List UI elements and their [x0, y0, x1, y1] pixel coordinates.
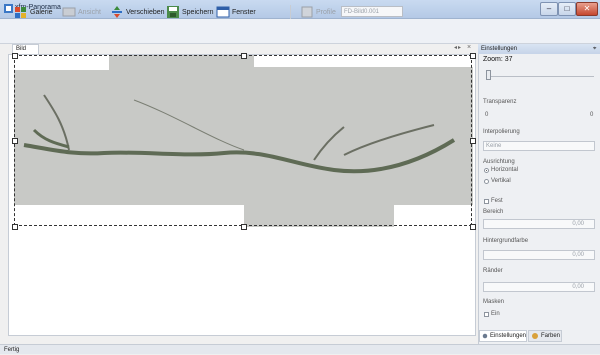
selection-handle[interactable] [241, 224, 247, 230]
background-field[interactable]: 0,00 [483, 250, 595, 260]
move-button[interactable]: Verschieben [110, 4, 165, 20]
mask-checkbox-label: Ein [491, 311, 500, 317]
tab-scroll-arrows[interactable]: ◂▸ [454, 44, 462, 51]
transparency-max: 0 [590, 112, 594, 118]
app-icon [4, 4, 13, 13]
save-button[interactable]: Speichern [166, 4, 214, 20]
selection-handle[interactable] [241, 53, 247, 59]
selection-handle[interactable] [12, 138, 18, 144]
background-label: Hintergrundfarbe [483, 238, 529, 244]
area-field[interactable]: 0,00 [483, 219, 595, 229]
zoom-slider-thumb[interactable] [486, 70, 491, 80]
profile-select[interactable]: FD-Bild0.001 [341, 6, 403, 17]
toolbar-separator [290, 5, 291, 19]
mask-label: Masken [483, 299, 505, 305]
zoom-label: Zoom: 37 [483, 56, 513, 63]
view-label: Ansicht [78, 8, 101, 16]
save-label: Speichern [182, 8, 214, 16]
interpolation-label: Interpolierung [483, 129, 520, 135]
settings-tab-label: Einstellungen [489, 333, 526, 339]
settings-tab[interactable]: Einstellungen [479, 330, 527, 342]
horizontal-radio[interactable] [484, 168, 489, 173]
fixed-checkbox-label: Fest [491, 198, 503, 204]
area-label: Bereich [483, 209, 504, 215]
border-field[interactable]: 0,00 [483, 282, 595, 292]
window-label: Fenster [232, 8, 256, 16]
move-icon [112, 6, 122, 18]
move-label: Verschieben [126, 8, 165, 16]
toolbar [0, 19, 600, 44]
window-button[interactable]: Fenster [216, 4, 256, 20]
colors-tab[interactable]: Farben [528, 330, 562, 342]
profile-button[interactable]: Profile [300, 4, 336, 20]
transparency-label: Transparenz [483, 99, 517, 105]
panel-title: Einstellungen [478, 44, 600, 54]
selection-handle[interactable] [470, 53, 476, 59]
selection-handle[interactable] [12, 53, 18, 59]
minimize-button[interactable]: – [540, 2, 558, 16]
status-bar: Fertig [0, 344, 600, 354]
transparency-min: 0 [485, 112, 489, 118]
interpolation-select[interactable]: Keine [483, 141, 595, 151]
close-button[interactable]: ✕ [576, 2, 598, 16]
profile-icon [301, 6, 313, 18]
settings-tab-icon [482, 333, 488, 339]
close-tab-icon[interactable]: × [467, 44, 471, 51]
selection-handle[interactable] [12, 224, 18, 230]
save-icon [167, 6, 179, 18]
fixed-checkbox[interactable] [484, 199, 489, 204]
colors-tab-label: Farben [541, 333, 561, 339]
palette-icon [532, 333, 538, 339]
selection-handle[interactable] [470, 138, 476, 144]
mask-checkbox[interactable] [484, 312, 489, 317]
profile-label: Profile [316, 8, 336, 16]
alignment-label: Ausrichtung [483, 159, 515, 165]
border-label: Ränder [483, 268, 503, 274]
pin-icon[interactable]: ⌖ [593, 44, 596, 54]
gallery-icon [15, 7, 26, 18]
gallery-label: Galerie [30, 8, 53, 16]
vertical-radio[interactable] [484, 179, 489, 184]
view-button[interactable]: Ansicht [62, 4, 101, 20]
zoom-slider-track[interactable] [486, 76, 594, 77]
window-icon [216, 6, 230, 18]
selection-rectangle[interactable] [14, 55, 472, 226]
selection-handle[interactable] [470, 224, 476, 230]
gallery-button[interactable]: Galerie [14, 4, 53, 20]
horizontal-radio-label: Horizontal [491, 167, 519, 173]
view-icon [62, 7, 76, 17]
maximize-button[interactable]: □ [558, 2, 576, 16]
vertical-radio-label: Vertikal [491, 178, 511, 184]
